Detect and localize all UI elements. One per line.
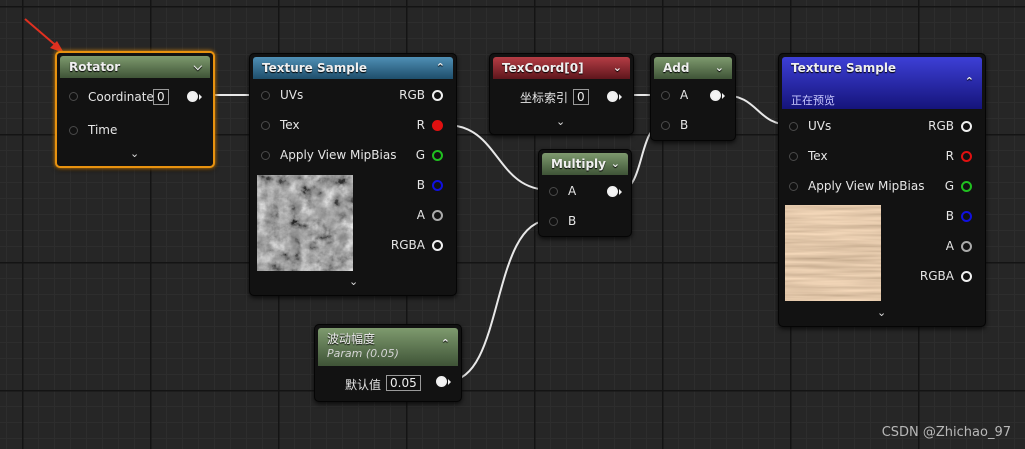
r-output-label: R bbox=[416, 118, 425, 132]
rotator-node[interactable]: Rotator ⌵ Coordinate 0 Time ⌄ bbox=[55, 51, 215, 168]
wood-texture-thumbnail bbox=[785, 205, 881, 301]
texcoord-output-pin[interactable] bbox=[607, 91, 618, 102]
texcoord-node[interactable]: TexCoord[0] ⌄ 坐标索引 0 ⌄ bbox=[489, 53, 634, 135]
param-output-pin[interactable] bbox=[436, 376, 447, 387]
texture-sample-node-1[interactable]: Texture Sample ⌃ UVs Tex Apply View MipB… bbox=[249, 53, 457, 296]
previewing-label: 正在预览 bbox=[791, 94, 835, 107]
rgba-output-label: RGBA bbox=[919, 269, 954, 283]
multiply-header[interactable]: Multiply ⌄ bbox=[542, 153, 628, 175]
multiply-output-pin[interactable] bbox=[607, 186, 618, 197]
texture-sample-node-2[interactable]: Texture Sample ⌃ 正在预览 UVs Tex Apply View… bbox=[778, 53, 986, 327]
add-a-label: A bbox=[680, 88, 689, 102]
coordinate-value[interactable]: 0 bbox=[153, 89, 169, 105]
coordinate-index-value[interactable]: 0 bbox=[573, 89, 589, 105]
time-label: Time bbox=[88, 123, 118, 137]
rotator-output-pin[interactable] bbox=[187, 91, 198, 102]
noise-texture-thumbnail bbox=[257, 175, 353, 271]
output-arrow-icon bbox=[619, 189, 622, 195]
rgba-output-pin[interactable] bbox=[432, 240, 443, 251]
texcoord-header[interactable]: TexCoord[0] ⌄ bbox=[493, 57, 630, 79]
multiply-b-label: B bbox=[568, 214, 577, 228]
output-arrow-icon bbox=[722, 93, 725, 99]
output-arrow-icon bbox=[199, 94, 202, 100]
chevron-up-icon[interactable]: ⌃ bbox=[965, 71, 974, 93]
default-value-input[interactable]: 0.05 bbox=[386, 375, 421, 391]
wire-param-to-multiply-b bbox=[447, 219, 551, 382]
scalar-parameter-node[interactable]: 波动幅度 ⌃ Param (0.05) 默认值 0.05 bbox=[314, 324, 462, 402]
add-output-pin[interactable] bbox=[710, 90, 721, 101]
time-input-pin[interactable] bbox=[69, 126, 78, 135]
expand-chevron-icon[interactable]: ⌄ bbox=[877, 306, 886, 319]
b-output-pin[interactable] bbox=[432, 180, 443, 191]
texture-sample-header[interactable]: Texture Sample ⌃ bbox=[253, 57, 453, 79]
r-output-pin[interactable] bbox=[961, 151, 972, 162]
rgba-output-pin[interactable] bbox=[961, 271, 972, 282]
tex-label: Tex bbox=[808, 149, 828, 163]
rgb-output-label: RGB bbox=[399, 88, 425, 102]
uvs-label: UVs bbox=[808, 119, 832, 133]
multiply-node[interactable]: Multiply ⌄ A B bbox=[538, 149, 632, 237]
add-title: Add bbox=[663, 61, 690, 75]
chevron-down-icon[interactable]: ⌄ bbox=[715, 57, 724, 79]
annotation-arrow bbox=[24, 18, 64, 53]
add-b-label: B bbox=[680, 118, 689, 132]
mipbias-label: Apply View MipBias bbox=[808, 179, 925, 193]
coordinate-label: Coordinate bbox=[88, 90, 154, 104]
b-output-pin[interactable] bbox=[961, 211, 972, 222]
mipbias-input-pin[interactable] bbox=[261, 151, 270, 160]
a-output-label: A bbox=[416, 208, 425, 222]
mipbias-input-pin[interactable] bbox=[789, 182, 798, 191]
tex-input-pin[interactable] bbox=[789, 152, 798, 161]
a-output-pin[interactable] bbox=[961, 241, 972, 252]
chevron-down-icon[interactable]: ⌄ bbox=[613, 57, 622, 79]
tex-label: Tex bbox=[280, 118, 300, 132]
param-subtitle: Param (0.05) bbox=[327, 347, 399, 360]
output-arrow-icon bbox=[619, 94, 622, 100]
g-output-label: G bbox=[415, 148, 425, 162]
tex-input-pin[interactable] bbox=[261, 121, 270, 130]
mipbias-label: Apply View MipBias bbox=[280, 148, 397, 162]
add-b-input-pin[interactable] bbox=[661, 121, 670, 130]
a-output-pin[interactable] bbox=[432, 210, 443, 221]
b-output-label: B bbox=[945, 209, 954, 223]
g-output-label: G bbox=[944, 179, 954, 193]
rgba-output-label: RGBA bbox=[390, 238, 425, 252]
rgb-output-pin[interactable] bbox=[961, 121, 972, 132]
rgb-output-label: RGB bbox=[928, 119, 954, 133]
add-header[interactable]: Add ⌄ bbox=[654, 57, 732, 79]
b-output-label: B bbox=[416, 178, 425, 192]
g-output-pin[interactable] bbox=[961, 181, 972, 192]
r-output-label: R bbox=[945, 149, 954, 163]
g-output-pin[interactable] bbox=[432, 150, 443, 161]
r-output-pin[interactable] bbox=[432, 120, 443, 131]
chevron-down-icon[interactable]: ⌄ bbox=[611, 153, 620, 175]
add-a-input-pin[interactable] bbox=[661, 91, 670, 100]
rotator-header[interactable]: Rotator ⌵ bbox=[60, 56, 210, 78]
multiply-title: Multiply bbox=[551, 157, 606, 171]
uvs-input-pin[interactable] bbox=[789, 122, 798, 131]
expand-chevron-icon[interactable]: ⌄ bbox=[349, 275, 358, 288]
chevron-up-icon[interactable]: ⌃ bbox=[436, 57, 445, 79]
watermark: CSDN @Zhichao_97 bbox=[881, 425, 1011, 440]
add-node[interactable]: Add ⌄ A B bbox=[650, 53, 736, 141]
uvs-label: UVs bbox=[280, 88, 304, 102]
chevron-up-icon[interactable]: ⌃ bbox=[441, 333, 450, 355]
expand-chevron-icon[interactable]: ⌄ bbox=[556, 115, 565, 128]
uvs-input-pin[interactable] bbox=[261, 91, 270, 100]
multiply-b-input-pin[interactable] bbox=[549, 217, 558, 226]
chevron-down-icon[interactable]: ⌵ bbox=[194, 56, 202, 78]
a-output-label: A bbox=[945, 239, 954, 253]
texture-sample-2-title: Texture Sample bbox=[791, 61, 897, 75]
coordinate-input-pin[interactable] bbox=[69, 92, 78, 101]
multiply-a-input-pin[interactable] bbox=[549, 187, 558, 196]
default-value-label: 默认值 bbox=[345, 378, 382, 392]
expand-chevron-icon[interactable]: ⌄ bbox=[130, 147, 139, 160]
rgb-output-pin[interactable] bbox=[432, 90, 443, 101]
rotator-title: Rotator bbox=[69, 60, 121, 74]
output-arrow-icon bbox=[448, 379, 451, 385]
texture-sample-title: Texture Sample bbox=[262, 61, 368, 75]
texcoord-title: TexCoord[0] bbox=[502, 61, 584, 75]
multiply-a-label: A bbox=[568, 184, 577, 198]
coordinate-index-label: 坐标索引 bbox=[520, 91, 569, 105]
